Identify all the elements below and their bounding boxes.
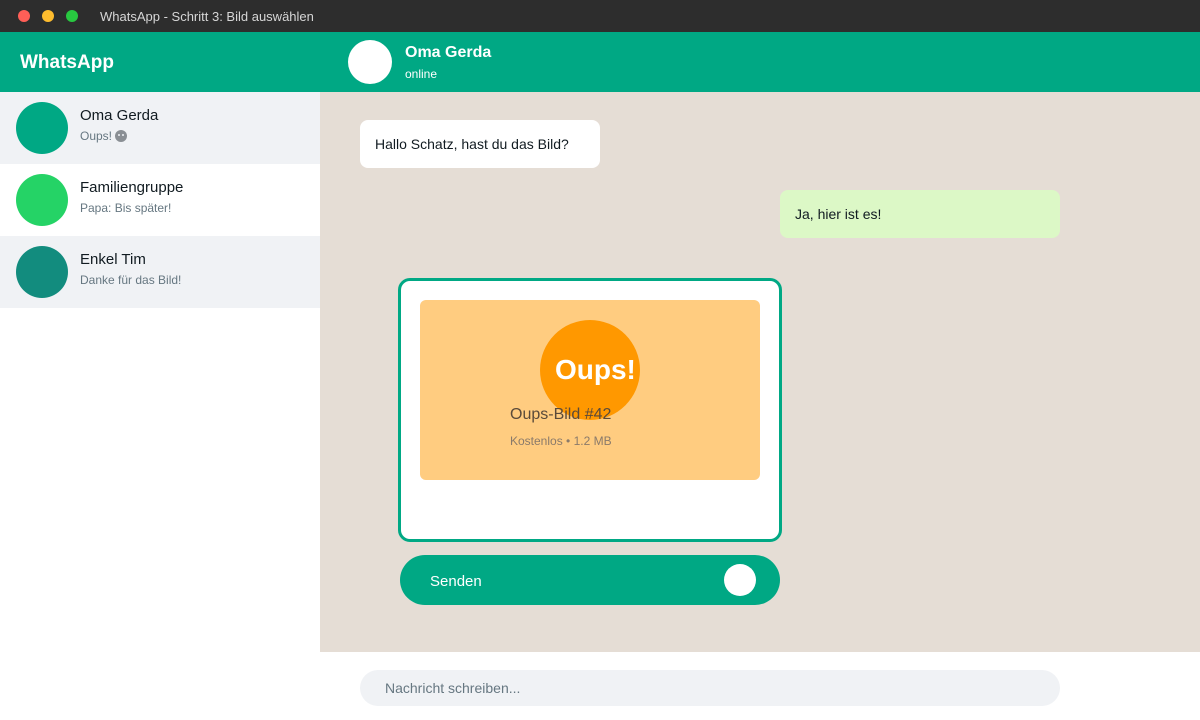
chat-item-preview: Papa: Bis später! — [80, 201, 172, 215]
chat-item-name: Enkel Tim — [80, 251, 146, 268]
image-picker-panel: Oups! Oups-Bild #42 Kostenlos • 1.2 MB — [398, 278, 782, 542]
message-bubble-outgoing: Ja, hier ist es! — [780, 190, 1060, 238]
title-bar: WhatsApp - Schritt 3: Bild auswählen — [0, 0, 1200, 32]
chat-area: Hallo Schatz, hast du das Bild? Ja, hier… — [320, 92, 1200, 652]
maximize-window-button[interactable] — [66, 10, 78, 22]
app-name: WhatsApp — [20, 52, 114, 73]
avatar — [16, 102, 68, 154]
image-option-card[interactable]: Oups! Oups-Bild #42 Kostenlos • 1.2 MB — [420, 300, 760, 480]
chat-item-name: Familiengruppe — [80, 179, 184, 196]
send-button-label: Senden — [430, 573, 482, 590]
contact-status: online — [405, 67, 438, 81]
close-window-button[interactable] — [18, 10, 30, 22]
sidebar-header: WhatsApp — [0, 32, 320, 92]
chat-header: Oma Gerda online — [320, 32, 1200, 92]
message-composer — [320, 652, 1200, 720]
contact-avatar[interactable] — [348, 40, 392, 84]
oups-label: Oups! — [555, 354, 636, 385]
chat-item-familiengruppe[interactable]: Familiengruppe Papa: Bis später! — [0, 164, 320, 236]
chat-list: Oma Gerda Oups! Familiengruppe Papa: Bis… — [0, 92, 320, 720]
smiley-icon — [115, 130, 128, 142]
chat-item-oma-gerda[interactable]: Oma Gerda Oups! — [0, 92, 320, 164]
contact-name[interactable]: Oma Gerda — [405, 44, 491, 62]
message-bubble-incoming: Hallo Schatz, hast du das Bild? — [360, 120, 600, 168]
chat-item-preview: Oups! — [80, 129, 128, 143]
window-title: WhatsApp - Schritt 3: Bild auswählen — [100, 9, 314, 24]
image-name: Oups-Bild #42 — [510, 406, 612, 423]
chat-item-preview-text: Oups! — [80, 129, 113, 143]
send-button[interactable]: Senden — [400, 555, 780, 605]
chat-item-name: Oma Gerda — [80, 107, 159, 124]
avatar — [16, 246, 68, 298]
send-knob-icon — [724, 564, 756, 596]
image-meta: Kostenlos • 1.2 MB — [510, 434, 612, 448]
message-input[interactable] — [360, 670, 1060, 706]
minimize-window-button[interactable] — [42, 10, 54, 22]
chat-item-preview: Danke für das Bild! — [80, 273, 182, 287]
chat-item-enkel-tim[interactable]: Enkel Tim Danke für das Bild! — [0, 236, 320, 308]
avatar — [16, 174, 68, 226]
